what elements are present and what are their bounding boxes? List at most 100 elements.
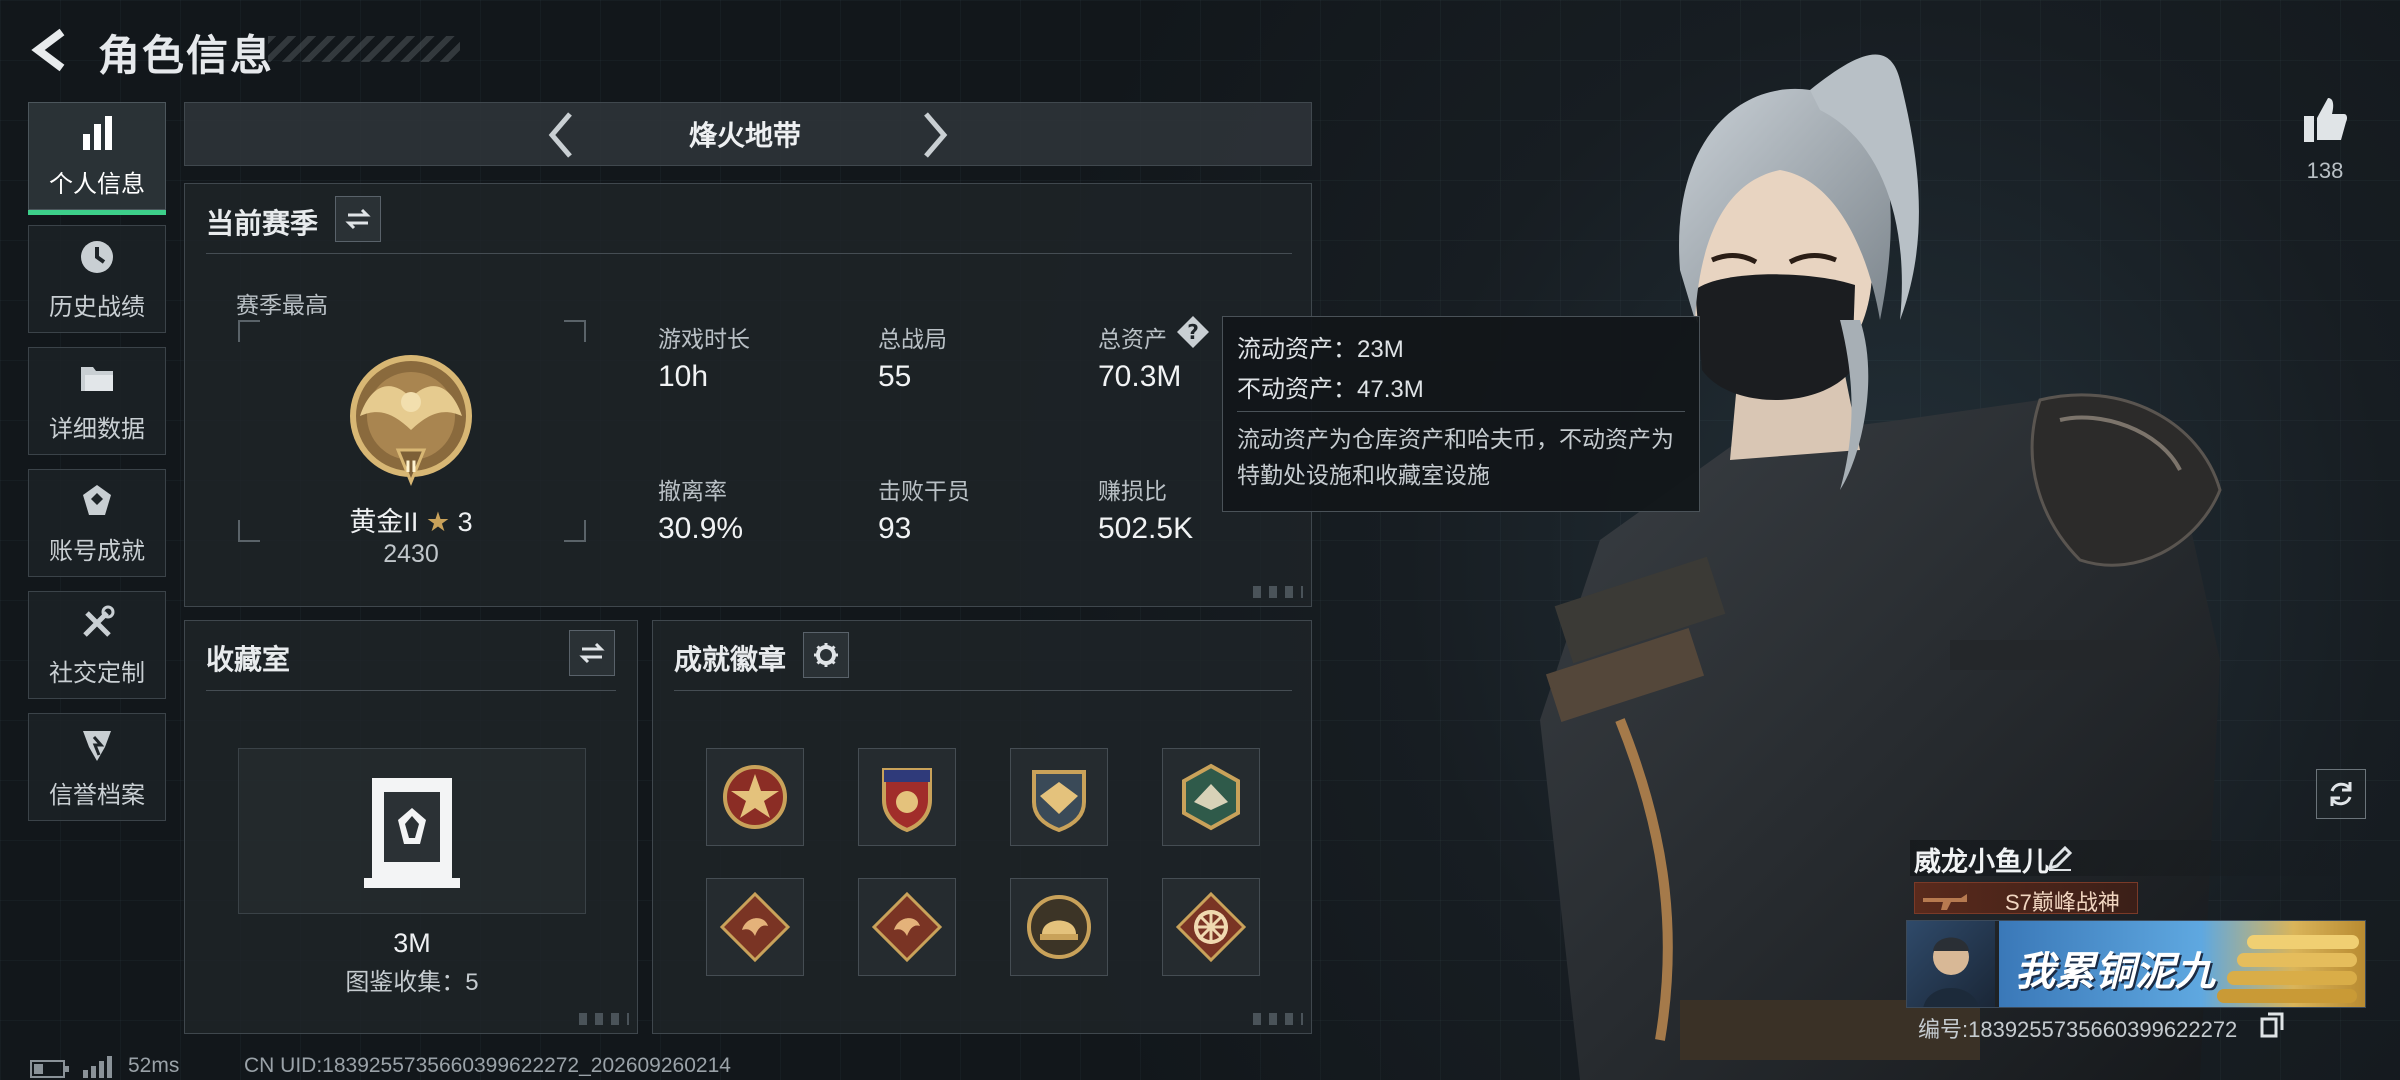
tooltip-liquid-assets: 流动资产：23M	[1237, 336, 1404, 363]
rank-score: 2430	[383, 540, 439, 568]
sidebar-item-history[interactable]: 历史战绩	[28, 225, 166, 333]
wrench-icon	[83, 605, 115, 637]
soldier-avatar-icon	[1923, 937, 1979, 1007]
divider	[206, 253, 1292, 254]
uid-line: CN UID:1839255735660399622272_2026092602…	[244, 1054, 731, 1077]
switch-season-button[interactable]	[335, 196, 381, 242]
tooltip-fixed-assets: 不动资产：47.3M	[1237, 376, 1424, 403]
rank-name: 黄金II	[349, 507, 419, 537]
like-count: 138	[2306, 158, 2344, 183]
ping-value: 52ms	[128, 1054, 180, 1077]
hornet-medal-icon	[1182, 763, 1240, 831]
previous-mode-chevron-icon[interactable]	[544, 110, 578, 160]
page-title: 角色信息	[98, 32, 275, 79]
folder-icon	[81, 366, 113, 391]
stat-label-assets: 总资产	[1098, 326, 1167, 352]
copy-icon[interactable]	[2260, 1012, 2284, 1038]
wheel-badge[interactable]	[1162, 878, 1260, 976]
sidebar-item-label: 账号成就	[49, 537, 145, 565]
tooltip-divider	[1237, 411, 1685, 412]
sidebar-item-social[interactable]: 社交定制	[28, 591, 166, 699]
panel-corner-decoration	[579, 1013, 629, 1025]
title-tag: S7巅峰战神	[1914, 882, 2138, 915]
switch-collection-button[interactable]	[569, 630, 615, 676]
assets-tooltip: 流动资产：23M 不动资产：47.3M 流动资产为仓库资产和哈夫币，不动资产为特…	[1222, 316, 1700, 512]
star-medal-icon	[723, 765, 787, 829]
stat-value-playtime: 10h	[658, 360, 709, 393]
helmet-medal-badge[interactable]	[1010, 878, 1108, 976]
hornet-medal-badge[interactable]	[1162, 748, 1260, 846]
signal-strength-icon	[83, 1056, 112, 1078]
divider	[674, 690, 1292, 691]
sidebar-item-label: 社交定制	[49, 659, 145, 687]
refresh-button[interactable]	[2316, 769, 2366, 819]
dragon-badge-2[interactable]	[858, 878, 956, 976]
player-id: 编号:1839255735660399622272	[1918, 1017, 2238, 1042]
achievement-icon	[83, 484, 111, 515]
swap-icon	[579, 642, 605, 664]
gold-bars-icon	[2217, 935, 2359, 1003]
season-best-label: 赛季最高	[236, 292, 328, 318]
sidebar-item-label: 个人信息	[49, 170, 145, 198]
sidebar-item-label: 详细数据	[49, 415, 145, 443]
wheel-badge-icon	[1175, 891, 1247, 963]
clock-icon	[81, 240, 113, 273]
star-medal-badge[interactable]	[706, 748, 804, 846]
back-arrow-icon[interactable]	[28, 26, 70, 74]
stat-value-extract-rate: 30.9%	[658, 512, 744, 545]
banner-avatar	[1907, 921, 1995, 1007]
stat-label-matches: 总战局	[878, 326, 947, 352]
title-tag-text: S7巅峰战神	[2005, 890, 2120, 915]
stat-label-extract-rate: 撤离率	[658, 478, 727, 504]
dragon-badge-icon	[719, 891, 791, 963]
stat-label-profit-ratio: 赚损比	[1098, 478, 1167, 504]
banner-text: 我累铜泥九	[2015, 950, 2215, 994]
helmet-medal-icon	[1027, 895, 1091, 959]
gear-icon	[814, 643, 838, 667]
refresh-icon	[2330, 782, 2352, 806]
stat-label-playtime: 游戏时长	[658, 326, 750, 352]
rank-stars: 3	[457, 507, 473, 537]
shield-medal-badge[interactable]	[858, 748, 956, 846]
badges-title: 成就徽章	[674, 644, 787, 675]
catalog-count: 图鉴收集：5	[345, 969, 479, 996]
collection-title: 收藏室	[206, 644, 291, 675]
player-name: 威龙小鱼儿	[1914, 847, 2049, 877]
tooltip-description: 流动资产为仓库资产和哈夫币，不动资产为特勤处设施和收藏室设施	[1237, 426, 1674, 488]
like-thumb-icon[interactable]	[2302, 96, 2348, 144]
svg-text:?: ?	[1187, 320, 1199, 344]
season-title: 当前赛季	[206, 208, 319, 239]
next-mode-chevron-icon[interactable]	[918, 110, 952, 160]
dragon-badge-1[interactable]	[706, 878, 804, 976]
stat-value-matches: 55	[878, 360, 912, 393]
rank-name-row: 黄金II ★ 3	[340, 500, 482, 539]
panel-corner-decoration	[1253, 586, 1303, 598]
swap-icon	[345, 208, 371, 230]
header-stripes	[268, 36, 460, 62]
mode-label: 烽火地带	[688, 120, 801, 151]
shield-medal-icon	[882, 768, 932, 833]
eagle-medal-badge[interactable]	[1010, 748, 1108, 846]
sidebar-item-detailed-data[interactable]: 详细数据	[28, 347, 166, 455]
edit-pencil-icon[interactable]	[2046, 844, 2074, 872]
credit-shield-icon	[83, 730, 111, 761]
stat-value-profit-ratio: 502.5K	[1098, 512, 1194, 545]
rank-emblem-icon: II	[350, 355, 472, 486]
sidebar-item-label: 信誉档案	[49, 781, 145, 809]
stat-value-assets: 70.3M	[1098, 360, 1182, 393]
sidebar-item-credit[interactable]: 信誉档案	[28, 713, 166, 821]
rank-numeral: II	[405, 457, 417, 476]
dragon-badge-icon	[871, 891, 943, 963]
help-question-icon[interactable]: ?	[1175, 314, 1211, 350]
stat-label-kills: 击败干员	[878, 478, 970, 504]
sidebar-item-label: 历史战绩	[49, 293, 145, 321]
bar-chart-icon	[83, 115, 112, 150]
badge-settings-button[interactable]	[803, 632, 849, 678]
sidebar-item-achievements[interactable]: 账号成就	[28, 469, 166, 577]
sidebar-item-personal-info[interactable]: 个人信息	[28, 102, 166, 215]
player-banner[interactable]: 我累铜泥九	[1906, 920, 2366, 1008]
star-icon: ★	[425, 507, 451, 537]
divider	[206, 690, 616, 691]
stat-value-kills: 93	[878, 512, 912, 545]
vault-icon	[364, 778, 460, 888]
